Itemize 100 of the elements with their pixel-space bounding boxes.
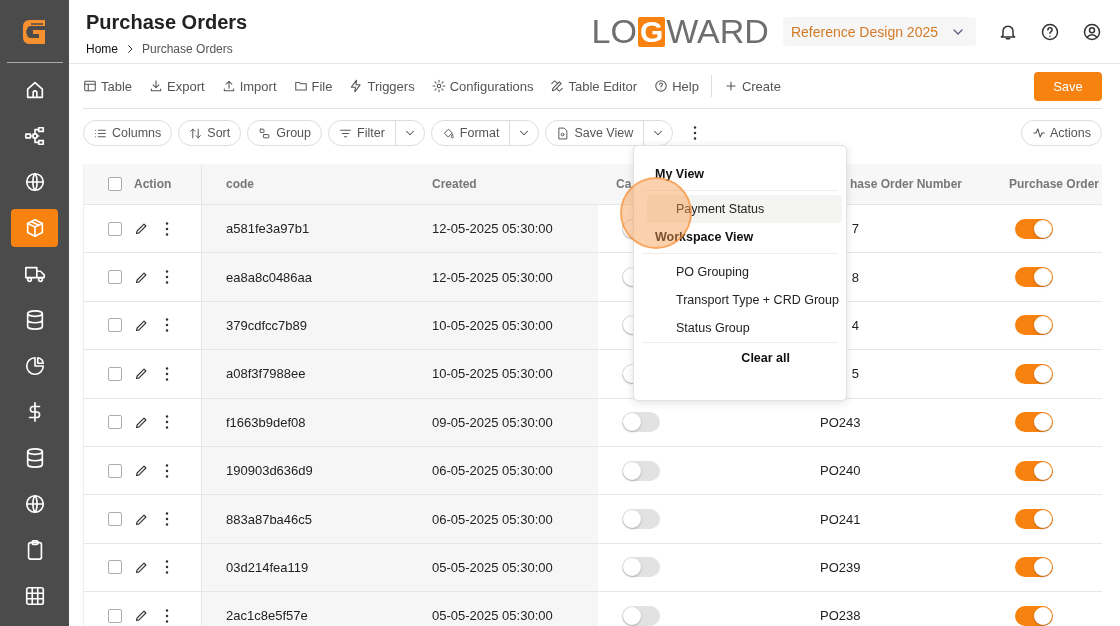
- user-icon: [1082, 21, 1102, 42]
- toggle-switch[interactable]: [622, 605, 660, 626]
- breadcrumb-link[interactable]: Home: [86, 42, 118, 56]
- menu-item[interactable]: PO Grouping: [647, 258, 842, 286]
- checkbox[interactable]: [108, 463, 122, 478]
- checkbox[interactable]: [108, 512, 122, 527]
- checkbox[interactable]: [108, 221, 122, 236]
- toolbar-button[interactable]: File: [293, 78, 333, 94]
- column-header: Ca: [616, 177, 632, 191]
- checkbox[interactable]: [108, 177, 122, 191]
- table-cell: PO243: [820, 414, 859, 430]
- upload-icon: [221, 79, 236, 93]
- checkbox[interactable]: [108, 560, 122, 575]
- column-header: code: [226, 177, 254, 191]
- table-cell: PO239: [820, 559, 859, 575]
- toggle-switch[interactable]: [1015, 315, 1053, 336]
- table-cell: 06-05-2025 05:30:00: [432, 511, 553, 527]
- clear-all-button[interactable]: Clear all: [741, 351, 790, 365]
- toggle-switch[interactable]: [1015, 460, 1053, 481]
- table-cell-text: 8: [850, 269, 859, 285]
- gear-icon: [431, 79, 446, 93]
- document-icon: [556, 126, 570, 140]
- plus-icon: [723, 79, 738, 93]
- table-cell-text: 4: [850, 317, 859, 333]
- table-cell: 883a87ba46c5: [226, 511, 313, 527]
- pencil-icon: [134, 608, 149, 624]
- table-cell: 06-05-2025 05:30:00: [432, 463, 553, 479]
- table-cell: a581fe3a97b1: [226, 221, 310, 237]
- more-vertical-icon[interactable]: [165, 318, 169, 333]
- pencil-icon: [134, 221, 149, 237]
- toolbar-button[interactable]: Table Editor: [550, 78, 638, 94]
- toggle-switch[interactable]: [622, 412, 660, 433]
- download-icon: [149, 79, 164, 93]
- toolbar-button[interactable]: Export: [149, 78, 205, 94]
- activity-icon: [1032, 126, 1046, 140]
- page-title: Purchase Orders: [86, 11, 249, 34]
- toggle-switch[interactable]: [1015, 267, 1053, 288]
- more-vertical-icon[interactable]: [165, 463, 169, 478]
- table-cell: 12-05-2025 05:30:00: [432, 221, 553, 237]
- toggle-switch[interactable]: [622, 509, 660, 530]
- table-cell: 10-05-2025 05:30:00: [432, 366, 553, 382]
- checkbox[interactable]: [108, 270, 122, 285]
- more-vertical-icon[interactable]: [165, 608, 169, 623]
- menu-item[interactable]: Status Group: [647, 314, 842, 342]
- toggle-switch[interactable]: [622, 460, 660, 481]
- more-vertical-icon[interactable]: [165, 560, 169, 575]
- table-cell-text: 7: [850, 221, 859, 237]
- table-cell: PO238: [820, 608, 859, 624]
- toggle-switch[interactable]: [1015, 363, 1053, 384]
- checkbox[interactable]: [108, 608, 122, 623]
- checkbox[interactable]: [108, 366, 122, 381]
- toggle-switch[interactable]: [1015, 509, 1053, 530]
- checkbox[interactable]: [108, 415, 122, 430]
- pencil-icon: [134, 463, 149, 479]
- table-cell: 10-05-2025 05:30:00: [432, 317, 553, 333]
- sort-icon: [189, 126, 203, 140]
- globe-icon: [23, 171, 46, 193]
- brand-logo: LOGWARD: [591, 12, 769, 51]
- more-vertical-icon[interactable]: [165, 415, 169, 430]
- table-cell: 05-05-2025 05:30:00: [432, 559, 553, 575]
- more-vertical-icon[interactable]: [165, 366, 169, 381]
- table-cell: 09-05-2025 05:30:00: [432, 414, 553, 430]
- column-header: Created: [432, 177, 477, 191]
- toggle-switch[interactable]: [1015, 557, 1053, 578]
- toggle-switch[interactable]: [1015, 412, 1053, 433]
- lightning-icon: [349, 79, 364, 93]
- table-cell: 190903d636d9: [226, 463, 313, 479]
- menu-section-title: My View: [655, 167, 706, 181]
- help-icon: [654, 79, 669, 93]
- toolbar-button[interactable]: Import: [221, 78, 277, 94]
- breadcrumb-current: Purchase Orders: [142, 42, 233, 56]
- more-vertical-icon[interactable]: [165, 512, 169, 527]
- table-cell: 379cdfcc7b89: [226, 317, 307, 333]
- toggle-switch[interactable]: [1015, 605, 1053, 626]
- column-header: Purchase Order: [1009, 177, 1100, 191]
- table-cell: PO240: [820, 463, 859, 479]
- pie-chart-icon: [23, 355, 46, 377]
- toolbar-button[interactable]: Table: [83, 78, 133, 94]
- create-button[interactable]: Create: [723, 78, 781, 94]
- toggle-switch[interactable]: [1015, 218, 1053, 239]
- more-vertical-icon[interactable]: [165, 270, 169, 285]
- table-icon: [83, 79, 97, 93]
- paint-bucket-icon: [441, 126, 455, 140]
- more-vertical-icon[interactable]: [693, 126, 698, 140]
- checkbox[interactable]: [108, 318, 122, 333]
- group-icon: [258, 126, 272, 140]
- toolbar-button[interactable]: Help: [654, 78, 699, 94]
- toolbar-button[interactable]: Triggers: [349, 78, 415, 94]
- column-header: hase Order Number: [850, 177, 963, 191]
- help-icon: [1040, 21, 1060, 42]
- table-cell: f1663b9def08: [226, 414, 306, 430]
- more-vertical-icon[interactable]: [165, 221, 169, 236]
- pencil-icon: [134, 366, 149, 382]
- pencil-ruler-icon: [550, 79, 565, 93]
- table-cell: PO241: [820, 511, 859, 527]
- grid-icon: [23, 585, 46, 607]
- toolbar-button[interactable]: Configurations: [431, 78, 534, 94]
- toggle-switch[interactable]: [622, 557, 660, 578]
- menu-item[interactable]: Transport Type + CRD Group: [647, 286, 842, 314]
- hierarchy-icon: [23, 125, 46, 147]
